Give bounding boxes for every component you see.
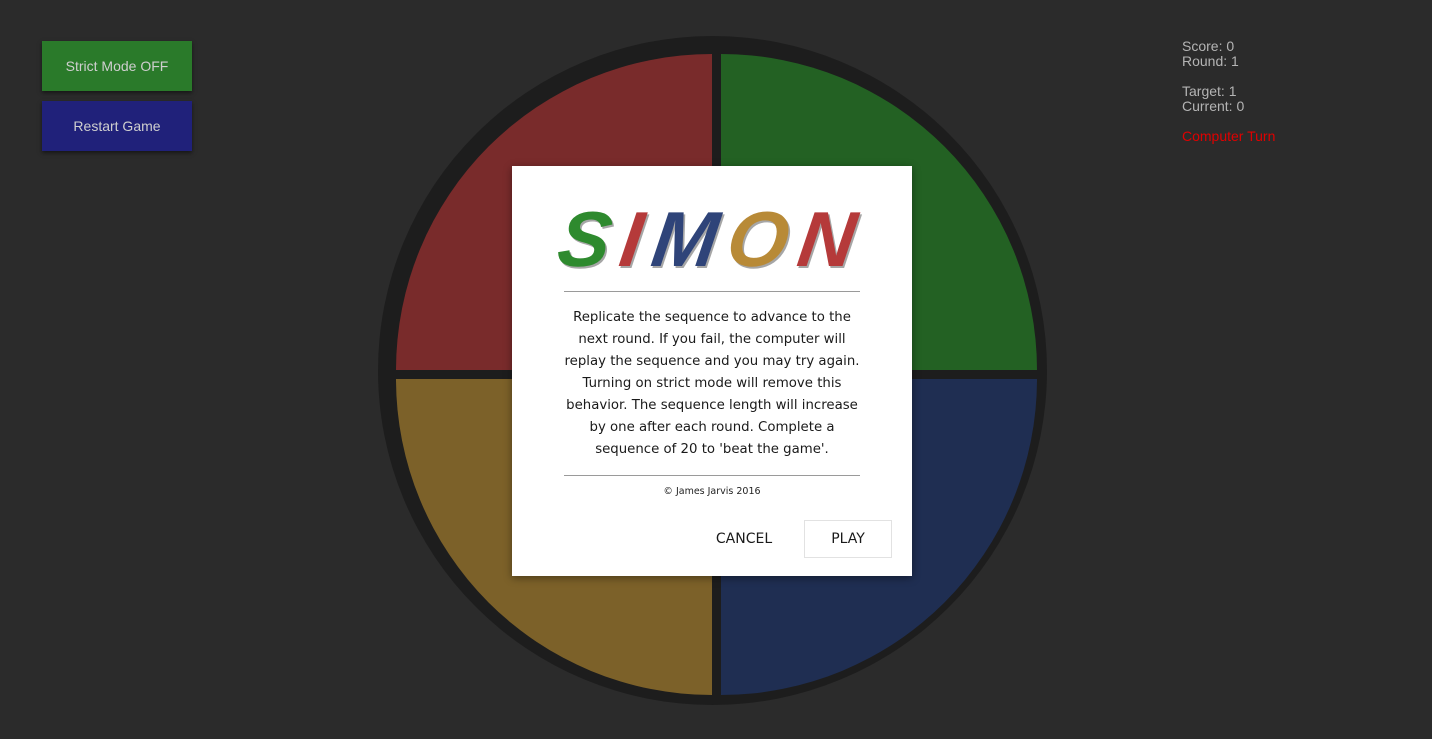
strict-mode-button[interactable]: Strict Mode OFF xyxy=(42,41,192,91)
play-button[interactable]: PLAY xyxy=(804,520,892,558)
turn-indicator: Computer Turn xyxy=(1182,128,1276,144)
logo-letter: N xyxy=(792,195,872,283)
simon-logo: SIMON xyxy=(512,194,912,284)
restart-game-button[interactable]: Restart Game xyxy=(42,101,192,151)
status-panel: Score: 0 Round: 1 Target: 1 Current: 0 C… xyxy=(1182,39,1275,144)
copyright-text: © James Jarvis 2016 xyxy=(663,486,761,497)
logo-letter: O xyxy=(721,195,805,283)
divider-top xyxy=(564,291,860,292)
current-display: Current: 0 xyxy=(1182,98,1245,114)
divider-bottom xyxy=(564,475,860,476)
round-display: Round: 1 xyxy=(1182,53,1239,69)
cancel-button[interactable]: CANCEL xyxy=(698,520,790,558)
logo-letter: M xyxy=(646,195,735,283)
instructions-dialog: SIMON Replicate the sequence to advance … xyxy=(512,166,912,576)
score-display: Score: 0 xyxy=(1182,38,1235,54)
target-display: Target: 1 xyxy=(1182,83,1237,99)
instructions-text: Replicate the sequence to advance to the… xyxy=(564,310,860,457)
game-page: Strict Mode OFF Restart Game Score: 0 Ro… xyxy=(0,0,1432,739)
